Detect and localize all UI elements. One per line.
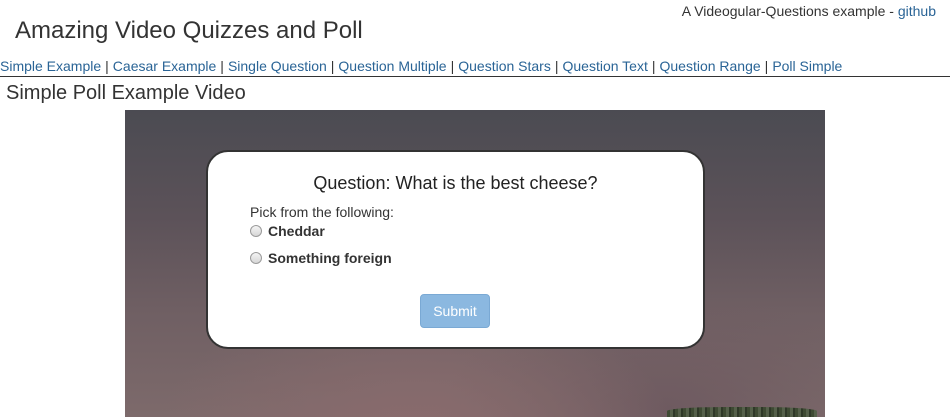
nav-separator: | (651, 58, 656, 74)
poll-question: Question: What is the best cheese? (313, 173, 598, 193)
nav-link-simple-example[interactable]: Simple Example (0, 58, 101, 74)
radio-button[interactable] (250, 225, 262, 237)
tagline-text: A Videogular-Questions example - (681, 3, 898, 19)
nav-separator: | (220, 58, 224, 74)
poll-option-label: Cheddar (268, 223, 325, 239)
video-player[interactable]: Question: What is the best cheese? Pick … (125, 110, 825, 417)
video-scene-foliage (667, 407, 817, 417)
poll-option-label: Something foreign (268, 250, 392, 266)
site-title: Amazing Video Quizzes and Poll (15, 17, 363, 44)
nav-link-question-range[interactable]: Question Range (659, 58, 760, 74)
nav-separator: | (450, 58, 455, 74)
nav-link-question-text[interactable]: Question Text (562, 58, 647, 74)
nav-link-question-stars[interactable]: Question Stars (458, 58, 551, 74)
nav-link-caesar-example[interactable]: Caesar Example (113, 58, 217, 74)
nav-separator: | (330, 58, 335, 74)
nav-separator: | (554, 58, 559, 74)
nav-link-single-question[interactable]: Single Question (228, 58, 327, 74)
poll-option-cheddar[interactable]: Cheddar (250, 223, 325, 239)
poll-overlay-card: Question: What is the best cheese? Pick … (206, 150, 705, 349)
nav-link-question-multiple[interactable]: Question Multiple (338, 58, 446, 74)
radio-button[interactable] (250, 252, 262, 264)
nav-link-poll-simple[interactable]: Poll Simple (772, 58, 842, 74)
nav-separator: | (764, 58, 769, 74)
page-title: Simple Poll Example Video (6, 82, 246, 104)
poll-instruction: Pick from the following: (250, 204, 394, 220)
submit-button[interactable]: Submit (420, 294, 490, 328)
github-link[interactable]: github (898, 3, 936, 19)
header-tagline: A Videogular-Questions example - github (682, 3, 936, 19)
nav-bar: Simple Example | Caesar Example | Single Que… (0, 58, 950, 77)
nav-separator: | (105, 58, 109, 74)
poll-option-something-foreign[interactable]: Something foreign (250, 250, 392, 266)
